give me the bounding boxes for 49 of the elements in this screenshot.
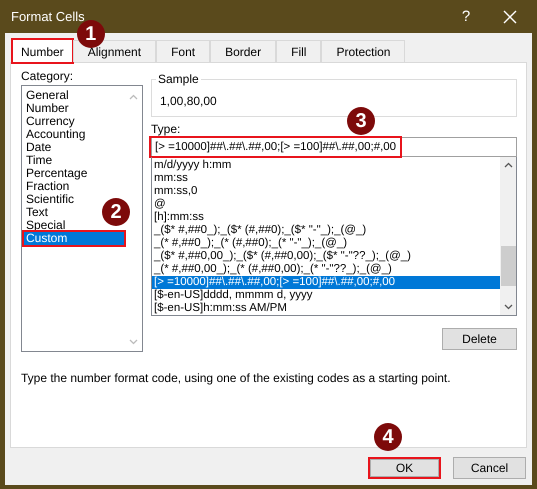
tab[interactable]: Border (210, 40, 276, 62)
step-badge: 1 (76, 20, 105, 48)
type-label: Type: (151, 122, 180, 137)
category-item[interactable]: Number (24, 102, 69, 115)
format-item[interactable]: _($* #,##0_);_($* (#,##0);_($* "-"_);_(@_) (152, 224, 500, 237)
dialog-button[interactable]: Cancel (453, 457, 526, 479)
scroll-down-icon[interactable] (504, 304, 512, 310)
tab[interactable]: Number (12, 39, 73, 63)
scrollbar[interactable] (500, 157, 516, 315)
format-item[interactable]: [$-en-US]dddd, mmmm d, yyyy (152, 289, 500, 302)
category-item[interactable]: General (24, 89, 69, 102)
category-item[interactable]: Date (24, 141, 52, 154)
description-text: Type the number format code, using one of the existing codes as a starting point. (21, 371, 452, 385)
step-badge: 3 (347, 107, 375, 135)
category-item[interactable]: Time (24, 154, 52, 167)
format-item[interactable]: [$-en-US]h:mm:ss AM/PM (152, 302, 500, 315)
type-field[interactable]: [> =10000]##\.##\.##,00;[> =100]##\.##,00;#,00 (151, 137, 517, 157)
category-item[interactable]: Custom (24, 232, 124, 245)
category-item[interactable]: Text (24, 206, 48, 219)
close-icon (503, 10, 517, 24)
format-item[interactable]: _($* #,##0,00_);_($* (#,##0,00);_($* "-"??_);_(@_) (152, 250, 500, 263)
scroll-up-icon[interactable] (504, 162, 512, 168)
category-item[interactable]: Percentage (24, 167, 88, 180)
scroll-thumb[interactable] (500, 246, 516, 286)
tab[interactable]: Alignment (72, 40, 156, 62)
format-item[interactable]: _(* #,##0_);_(* (#,##0);_(* "-"_);_(@_) (152, 237, 500, 250)
format-item[interactable]: [> =10000]##\.##\.##,00;[> =100]##\.##,00;#,00 (152, 276, 500, 289)
format-item[interactable]: @ (152, 198, 500, 211)
type-value: [> =10000]##\.##\.##,00;[> =100]##\.##,00;#,00 (152, 139, 400, 155)
sample-label: Sample (156, 72, 201, 86)
category-item[interactable]: Accounting (24, 128, 86, 141)
category-item[interactable]: Fraction (24, 180, 70, 193)
dialog-button[interactable]: OK (368, 457, 441, 479)
format-item[interactable]: m/d/yyyy h:mm (152, 159, 500, 172)
tab[interactable]: Protection (321, 40, 406, 62)
sample-value: 1,00,80,00 (160, 94, 217, 108)
category-item[interactable]: Currency (24, 115, 75, 128)
category-item[interactable]: Scientific (24, 193, 74, 206)
category-item[interactable]: Special (24, 219, 66, 232)
format-item[interactable]: _(* #,##0,00_);_(* (#,##0,00);_(* "-"??_);_(@_) (152, 263, 500, 276)
format-item[interactable]: mm:ss (152, 172, 500, 185)
format-item[interactable]: mm:ss,0 (152, 185, 500, 198)
tab[interactable]: Fill (276, 40, 322, 62)
format-item[interactable]: [h]:mm:ss (152, 211, 500, 224)
category-label: Category: (21, 69, 74, 84)
tab[interactable]: Font (156, 40, 210, 62)
help-button[interactable]: ? (444, 0, 488, 32)
step-badge: 2 (102, 198, 130, 226)
delete-button[interactable]: Delete (442, 328, 517, 350)
